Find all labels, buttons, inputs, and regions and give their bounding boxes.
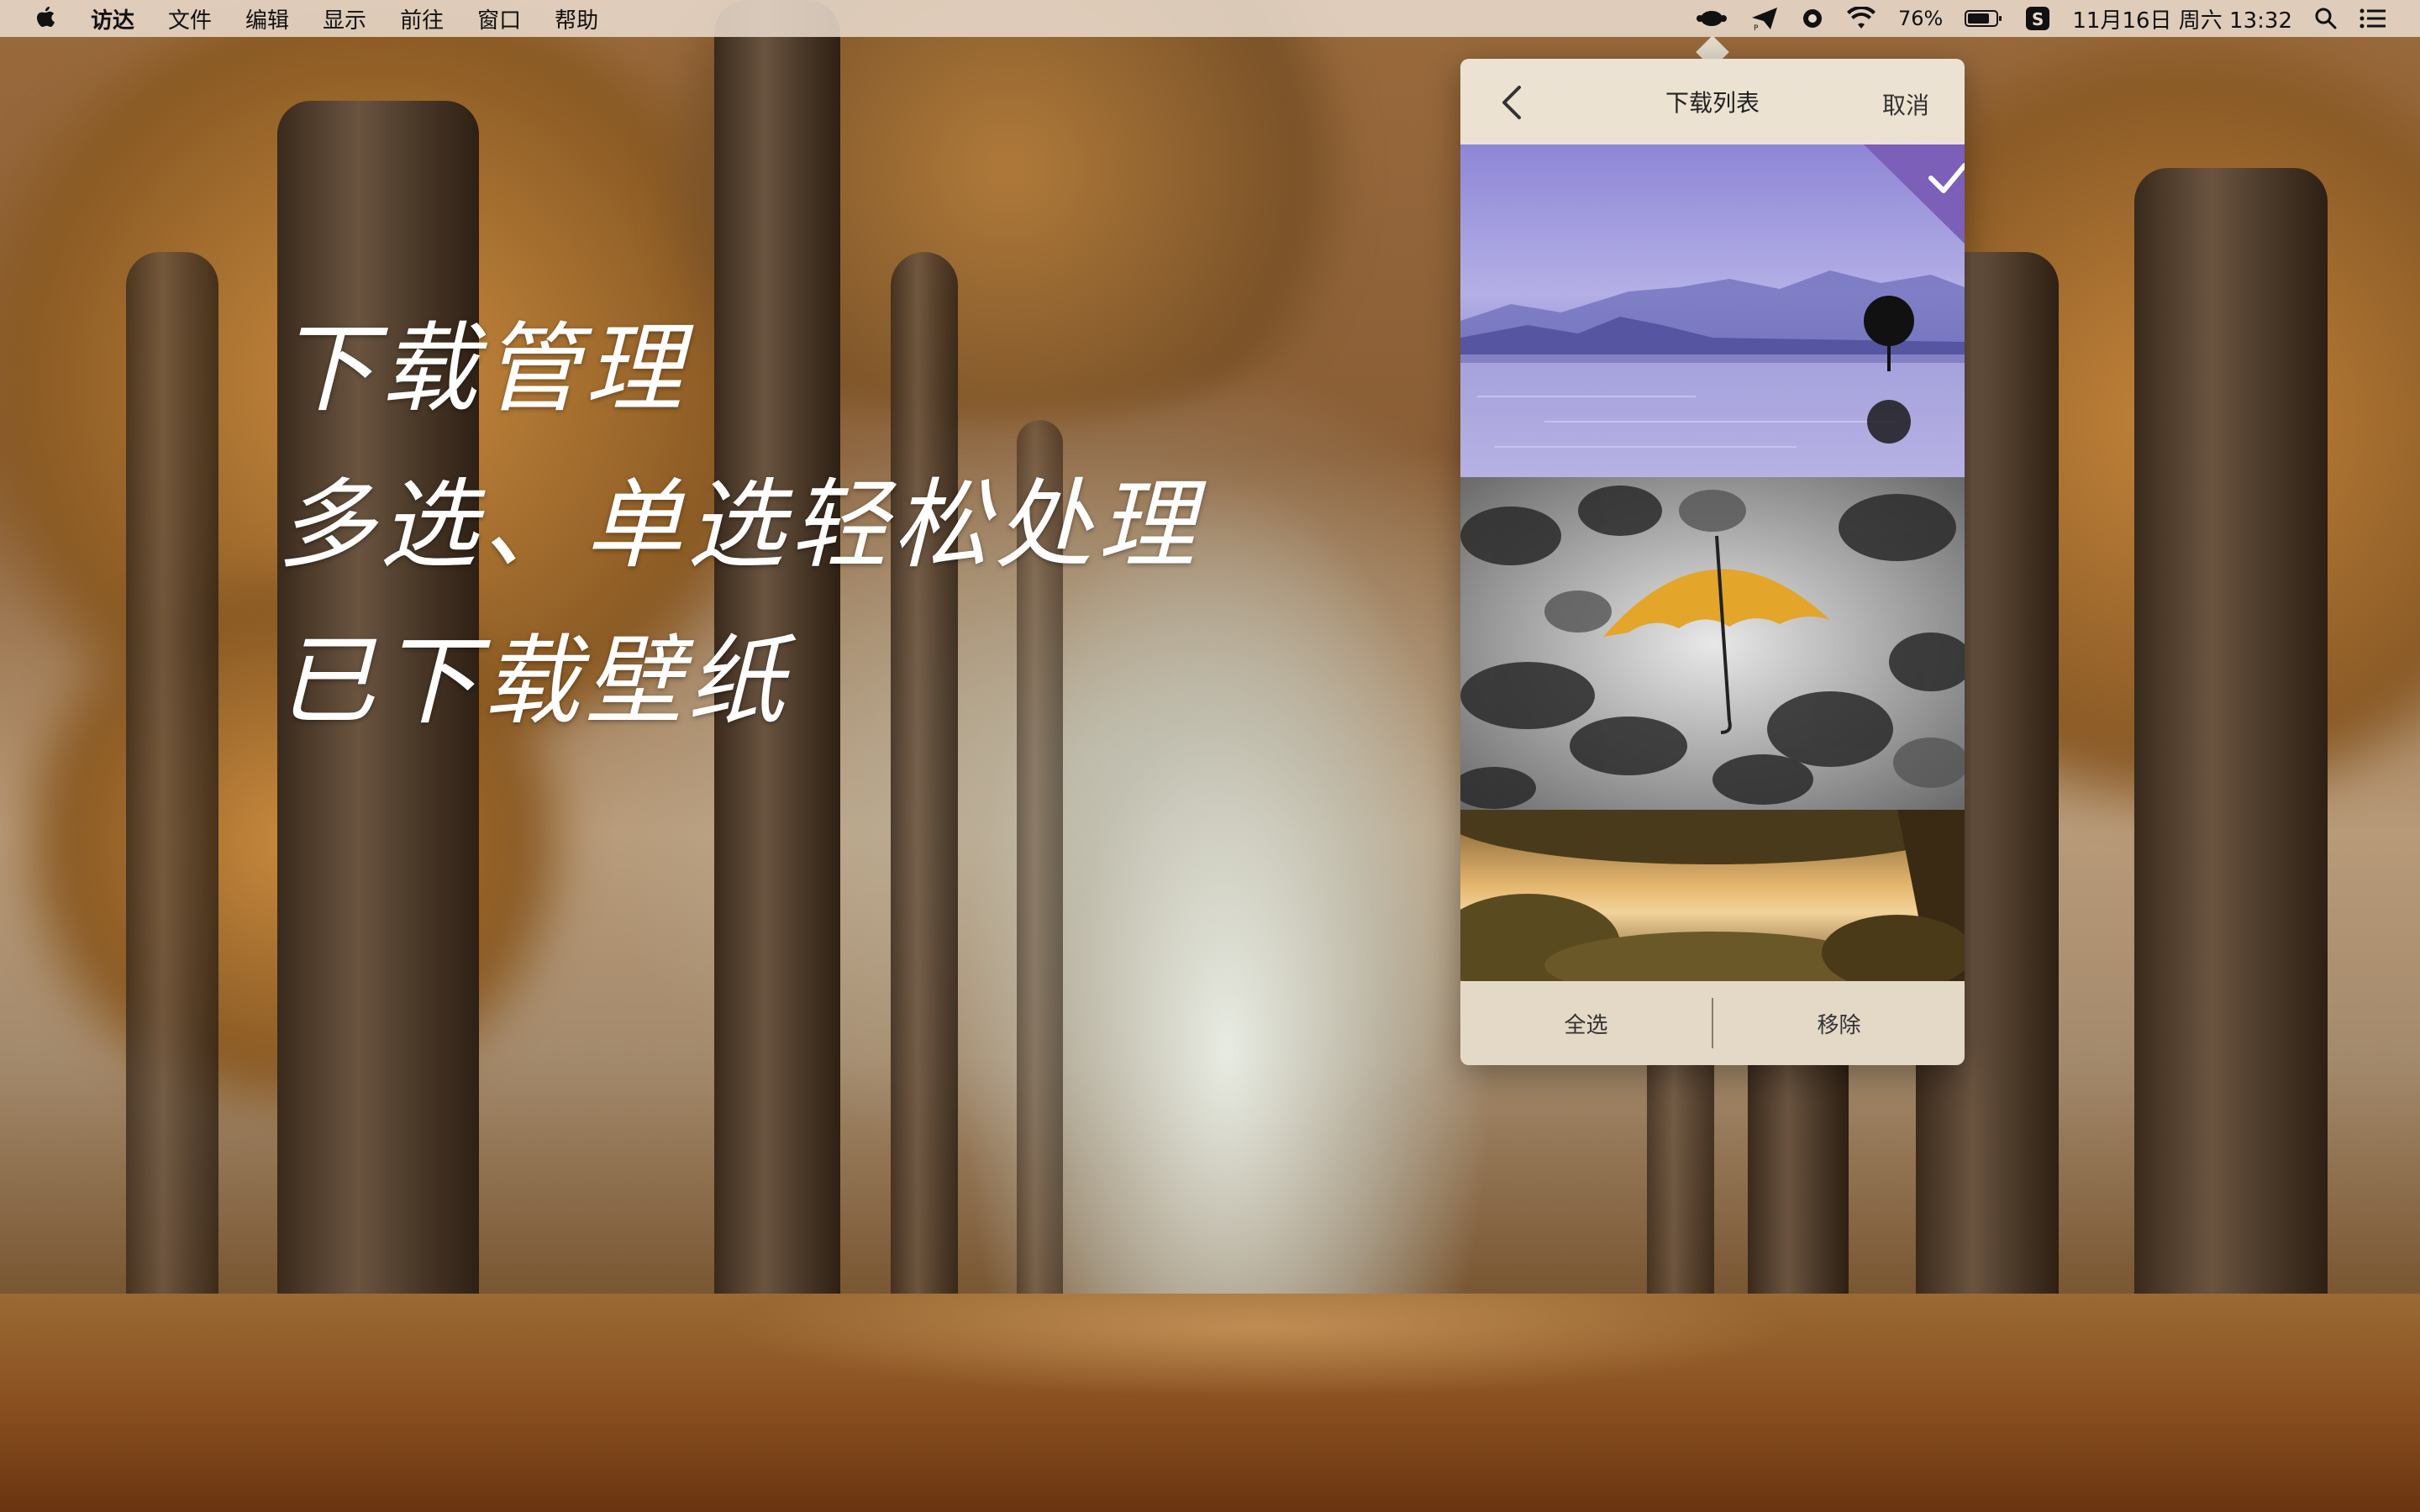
wallpaper-thumb-1[interactable] xyxy=(1460,144,1965,477)
tree-trunk xyxy=(126,252,218,1386)
wallpaper-thumb-2[interactable] xyxy=(1460,477,1965,810)
caption-line-3: 已下载壁纸 xyxy=(277,625,790,738)
panel-footer: 全选 移除 xyxy=(1460,981,1965,1065)
download-list-panel: 下载列表 取消 全选 移除 xyxy=(1460,59,1965,1065)
menu-bar: 访达 文件 编辑 显示 前往 窗口 帮助 P 76% S 11月16日 周六 1… xyxy=(0,0,2420,37)
fallen-leaves xyxy=(0,1294,2420,1512)
status-area: P 76% S 11月16日 周六 13:32 xyxy=(1695,0,2386,37)
umbrellas-wallpaper xyxy=(1460,477,1965,810)
menu-go[interactable]: 前往 xyxy=(400,3,444,34)
menu-help[interactable]: 帮助 xyxy=(555,3,598,34)
select-all-button[interactable]: 全选 xyxy=(1460,1008,1712,1039)
paper-plane-icon[interactable]: P xyxy=(1750,6,1779,31)
purple-lake-wallpaper xyxy=(1460,144,1965,477)
tree-trunk xyxy=(2134,168,2328,1403)
menu-window[interactable]: 窗口 xyxy=(477,3,521,34)
apple-icon[interactable] xyxy=(34,5,66,32)
battery-icon[interactable] xyxy=(1965,8,2003,29)
wallpaper-thumb-3[interactable] xyxy=(1460,810,1965,981)
menu-app-name[interactable]: 访达 xyxy=(91,3,134,34)
svg-text:P: P xyxy=(1754,24,1759,31)
menu-view[interactable]: 显示 xyxy=(323,3,366,34)
wifi-icon[interactable] xyxy=(1846,7,1876,30)
sunset-tree-wallpaper xyxy=(1460,810,1965,981)
search-icon[interactable] xyxy=(2314,7,2338,30)
caption-line-1: 下载管理 xyxy=(277,312,687,426)
battery-percent: 76% xyxy=(1898,7,1944,30)
svg-text:S: S xyxy=(2032,9,2044,29)
remove-button[interactable]: 移除 xyxy=(1713,1008,1965,1039)
list-icon[interactable] xyxy=(2360,8,2386,29)
record-icon[interactable] xyxy=(1801,7,1824,30)
menu-file[interactable]: 文件 xyxy=(168,3,212,34)
cancel-button[interactable]: 取消 xyxy=(1882,87,1929,121)
cloud-app-icon[interactable] xyxy=(1695,7,1728,30)
panel-header: 下载列表 取消 xyxy=(1460,59,1965,144)
panel-title: 下载列表 xyxy=(1665,89,1760,117)
promo-caption: 下载管理 多选、单选轻松处理 已下载壁纸 xyxy=(277,319,1200,788)
back-button[interactable] xyxy=(1496,84,1529,121)
chevron-left-icon xyxy=(1502,86,1521,119)
s-app-icon[interactable]: S xyxy=(2025,6,2050,31)
menu-clock[interactable]: 11月16日 周六 13:32 xyxy=(2072,3,2292,34)
caption-line-2: 多选、单选轻松处理 xyxy=(277,469,1200,582)
menu-edit[interactable]: 编辑 xyxy=(245,3,289,34)
